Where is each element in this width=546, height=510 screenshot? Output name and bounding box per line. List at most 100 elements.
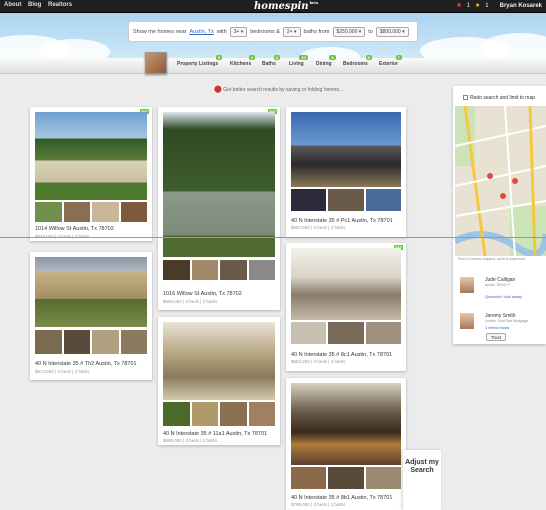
tab-count-badge: 4 xyxy=(273,55,280,60)
listing-meta: $699,000 | 3 beds | 2 baths xyxy=(163,438,218,443)
cloud-decoration xyxy=(40,39,110,58)
house-photo[interactable] xyxy=(35,112,147,200)
alert-icon[interactable]: ✖ xyxy=(457,2,462,9)
tab-exterior[interactable]: Exterior 7 xyxy=(379,55,402,67)
thumbnail-strip[interactable] xyxy=(291,322,401,344)
tab-count-badge: 3 xyxy=(329,55,336,60)
map-view[interactable] xyxy=(455,106,546,256)
avatar[interactable] xyxy=(145,52,167,74)
thumbnail-strip[interactable] xyxy=(35,330,147,354)
baths-select[interactable]: 2+ ▾ xyxy=(282,26,301,37)
listing-card[interactable]: NEW 1014 Willow St Austin, Tx 78702 $649… xyxy=(30,107,152,241)
thumbnail[interactable] xyxy=(35,202,62,222)
ask-question-link[interactable]: Question? Ask away! xyxy=(485,294,522,299)
thumbnail-strip[interactable] xyxy=(291,189,401,211)
agent-avatar[interactable] xyxy=(460,277,474,293)
trust-button[interactable]: Trust xyxy=(486,333,506,341)
checkbox-icon[interactable] xyxy=(463,95,468,101)
homespin-logo[interactable]: homespinbeta xyxy=(254,1,318,12)
price-max-select[interactable]: $800,000 ▾ xyxy=(375,26,409,37)
listing-address[interactable]: 1016 Willow St Austin, Tx 78702 xyxy=(163,291,242,297)
user-name[interactable]: Bryan Kosarek xyxy=(500,3,542,9)
tab-living[interactable]: Living 10 xyxy=(289,55,308,67)
listing-card[interactable]: NEW 40 N Interstate 35 # 8c1 Austin, Tx … xyxy=(286,243,406,371)
listing-meta: $683,250 | 3 beds | 3 baths xyxy=(291,359,346,364)
nav-about-link[interactable]: About xyxy=(4,2,21,8)
listing-address[interactable]: 40 N Interstate 35 # 8b1 Austin, Tx 7870… xyxy=(291,495,392,501)
listing-meta: $587,500 | 3 beds | 3 baths xyxy=(291,225,346,230)
thumbnail[interactable] xyxy=(163,402,190,426)
thumbnail[interactable] xyxy=(248,260,275,280)
bedrooms-select[interactable]: 3+ ▾ xyxy=(229,26,248,37)
save-fold-hint: ⬤ Get better search results by saving or… xyxy=(214,85,343,93)
listing-card[interactable]: NEW 1016 Willow St Austin, Tx 78702 $665… xyxy=(158,107,280,310)
price-min-value: $250,000 xyxy=(336,28,358,35)
price-min-select[interactable]: $250,000 ▾ xyxy=(332,26,366,37)
thumbnail-strip[interactable] xyxy=(163,260,275,280)
listing-address[interactable]: 1014 Willow St Austin, Tx 78702 xyxy=(35,226,114,232)
thumbnail[interactable] xyxy=(220,260,247,280)
kitchen-photo[interactable] xyxy=(291,383,401,465)
thumbnail[interactable] xyxy=(92,202,119,222)
thumbnail[interactable] xyxy=(63,202,90,222)
tab-baths[interactable]: Baths 4 xyxy=(262,55,280,67)
thumbnail[interactable] xyxy=(92,330,119,354)
thumbnail[interactable] xyxy=(328,322,364,344)
thumbnail-strip[interactable] xyxy=(163,402,275,426)
interior-photo[interactable] xyxy=(163,322,275,400)
listing-card[interactable]: 40 N Interstate 35 # 8b1 Austin, Tx 7870… xyxy=(286,378,406,510)
tab-bedrooms[interactable]: Bedrooms 8 xyxy=(343,55,372,67)
map-roads xyxy=(455,106,546,256)
thumbnail[interactable] xyxy=(248,402,275,426)
thumbnail[interactable] xyxy=(291,189,327,211)
thumbnail[interactable] xyxy=(120,330,147,354)
listing-address[interactable]: 40 N Interstate 35 # 8c1 Austin, Tx 7870… xyxy=(291,352,392,358)
redo-label: Redo search and limit to map xyxy=(470,95,536,101)
thumbnail[interactable] xyxy=(191,402,218,426)
thumbnail[interactable] xyxy=(291,322,327,344)
baths-label: baths from xyxy=(303,28,330,35)
agent-subtitle: Austin, REALTY xyxy=(485,283,511,287)
tab-dining[interactable]: Dining 3 xyxy=(316,55,336,67)
thumbnail-strip[interactable] xyxy=(291,467,401,489)
house-photo[interactable] xyxy=(163,112,275,257)
thumbnail[interactable] xyxy=(365,467,401,489)
adjust-search-button[interactable]: Adjust my Search xyxy=(403,450,441,510)
thumbnail[interactable] xyxy=(191,260,218,280)
location-input[interactable]: Austin, Tx xyxy=(190,29,214,35)
listing-address[interactable]: 40 N Interstate 35 # Pc1 Austin, Tx 7870… xyxy=(291,218,393,224)
tab-kitchens[interactable]: Kitchens 2 xyxy=(230,55,256,67)
kitchen-photo[interactable] xyxy=(291,248,401,320)
nav-realtors-link[interactable]: Realtors xyxy=(48,2,72,8)
thumbnail[interactable] xyxy=(328,467,364,489)
tab-label: Dining xyxy=(316,61,332,67)
thumbnail-strip[interactable] xyxy=(35,202,147,222)
listing-card[interactable]: 40 N Interstate 35 # 11a1 Austin, Tx 787… xyxy=(158,317,280,445)
thumbnail[interactable] xyxy=(365,189,401,211)
hint-text: Get better search results by saving or f… xyxy=(223,87,344,93)
listing-card[interactable]: 40 N Interstate 35 # Th2 Austin, Tx 7870… xyxy=(30,252,152,380)
lender-avatar[interactable] xyxy=(460,313,474,329)
tab-property-listings[interactable]: Property Listings 5 xyxy=(177,55,223,67)
thumbnail[interactable] xyxy=(120,202,147,222)
thumbnail[interactable] xyxy=(365,322,401,344)
thumbnail[interactable] xyxy=(163,260,190,280)
listing-card[interactable]: 40 N Interstate 35 # Pc1 Austin, Tx 7870… xyxy=(286,107,406,237)
house-photo[interactable] xyxy=(35,257,147,327)
listing-address[interactable]: 40 N Interstate 35 # Th2 Austin, Tx 7870… xyxy=(35,361,137,367)
star-icon[interactable]: ★ xyxy=(475,2,480,9)
thumbnail[interactable] xyxy=(291,467,327,489)
nav-blog-link[interactable]: Blog xyxy=(28,2,41,8)
search-prefix: Show me homes near xyxy=(133,28,187,35)
thumbnail[interactable] xyxy=(35,330,62,354)
map-footer: Find 12 homes mapped, scroll to load mor… xyxy=(458,257,526,261)
interior-photo[interactable] xyxy=(291,112,401,187)
friend-trusts-link[interactable]: 1 friend trusts xyxy=(485,325,509,330)
cloud-decoration xyxy=(480,33,546,58)
thumbnail[interactable] xyxy=(220,402,247,426)
thumbnail[interactable] xyxy=(63,330,90,354)
search-sentence: Show me homes near Austin, Tx with 3+ ▾ … xyxy=(128,21,418,42)
redo-search-checkbox[interactable]: Redo search and limit to map xyxy=(463,95,535,101)
thumbnail[interactable] xyxy=(328,189,364,211)
listing-address[interactable]: 40 N Interstate 35 # 11a1 Austin, Tx 787… xyxy=(163,431,267,437)
